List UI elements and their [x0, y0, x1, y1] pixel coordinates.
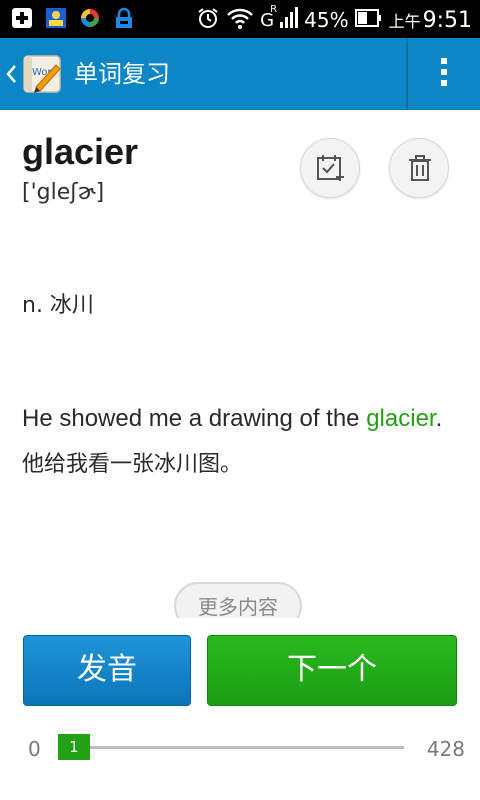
app-logo-icon: Wor — [22, 53, 64, 95]
delete-word-button[interactable] — [389, 138, 449, 198]
example-highlight-word: glacier — [366, 405, 436, 432]
page-title: 单词复习 — [74, 60, 170, 88]
word-phonetic: ['gleʃɚ] — [22, 180, 105, 205]
word-meaning: n. 冰川 — [22, 293, 94, 318]
status-icons: G R 45% 上午 9:51 — [196, 3, 472, 34]
wifi-icon — [226, 6, 254, 34]
battery-percent: 45% — [304, 8, 349, 32]
progress-track[interactable] — [58, 746, 404, 749]
clock-time: 9:51 — [422, 7, 472, 33]
word-headword: glacier — [22, 131, 139, 172]
signal-icon — [280, 6, 299, 34]
chevron-left-icon — [6, 65, 16, 83]
status-bar: G R 45% 上午 9:51 — [0, 0, 480, 38]
appbar-divider — [406, 38, 408, 110]
example-text: He showed me a drawing of the — [22, 405, 367, 432]
overflow-menu-button[interactable] — [434, 58, 454, 92]
example-sentence: He showed me a drawing of the glacier. 他… — [22, 396, 462, 488]
progress-max-label: 428 — [426, 737, 465, 761]
progress-thumb[interactable]: 1 — [58, 734, 90, 760]
battery-icon — [354, 7, 383, 33]
sync-app-icon — [78, 6, 102, 30]
pronounce-button[interactable]: 发音 — [23, 635, 191, 706]
notification-icons — [10, 6, 136, 30]
roaming-label: R — [270, 3, 278, 15]
alarm-icon — [196, 6, 220, 34]
trash-icon — [409, 155, 431, 181]
plus-notification-icon — [10, 6, 34, 30]
lock-notification-icon — [112, 6, 136, 30]
overflow-menu-icon — [434, 58, 454, 86]
next-word-button[interactable]: 下一个 — [207, 635, 457, 706]
example-translation: 他给我看一张冰川图。 — [22, 452, 243, 477]
back-button[interactable] — [4, 60, 20, 88]
contact-card-icon — [44, 6, 68, 30]
add-to-plan-button[interactable] — [300, 138, 360, 198]
progress-min-label: 0 — [28, 737, 41, 761]
time-ampm: 上午 — [388, 12, 421, 31]
example-punctuation: . — [435, 405, 443, 432]
app-bar: Wor 单词复习 — [0, 38, 480, 110]
calendar-check-add-icon — [317, 155, 344, 181]
